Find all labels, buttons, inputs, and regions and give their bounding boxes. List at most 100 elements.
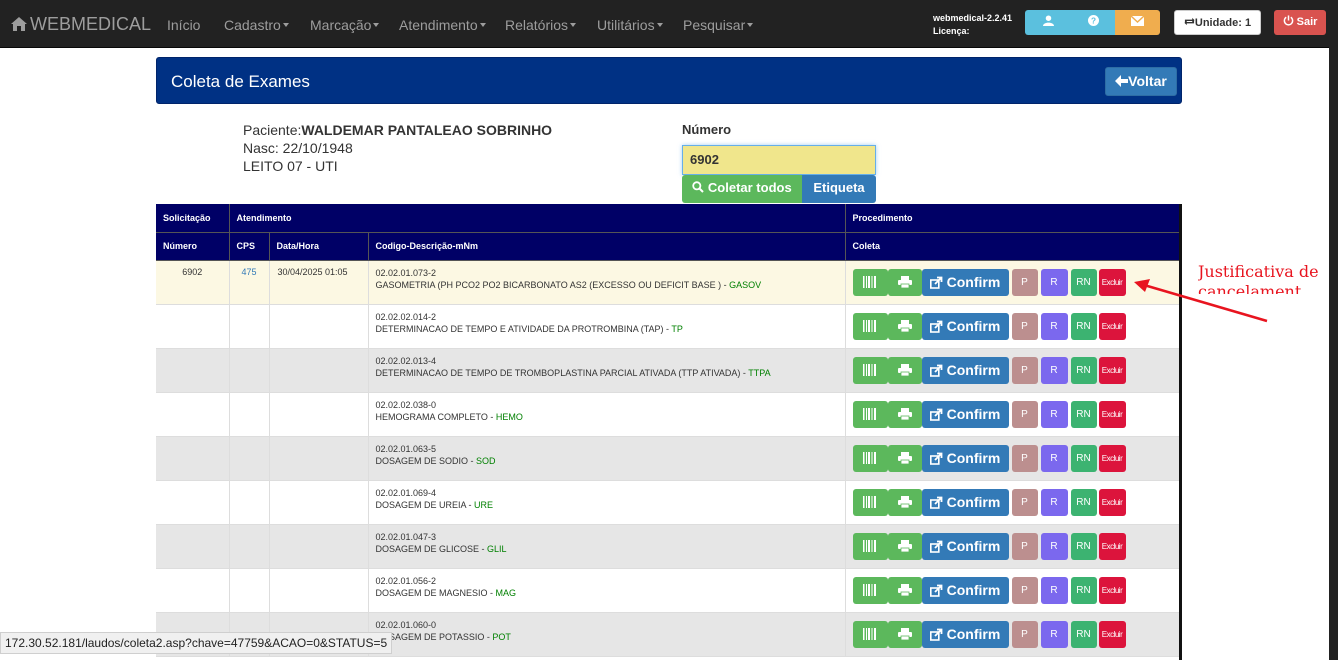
barcode-button[interactable]	[852, 576, 888, 604]
barcode-button[interactable]	[852, 444, 888, 472]
print-button[interactable]	[887, 356, 922, 384]
nav-relatorios[interactable]: Relatórios	[505, 17, 577, 33]
excluir-button[interactable]: Excluir	[1098, 488, 1126, 516]
excluir-button[interactable]: Excluir	[1098, 356, 1126, 384]
rn-button[interactable]: RN	[1070, 444, 1097, 472]
confirm-button[interactable]: Confirm	[921, 576, 1009, 604]
r-button[interactable]: R	[1040, 488, 1068, 516]
logout-button[interactable]: Sair	[1274, 10, 1326, 35]
p-button[interactable]: P	[1011, 268, 1038, 296]
cell-cps[interactable]	[229, 304, 270, 349]
print-icon	[897, 583, 912, 597]
excluir-button[interactable]: Excluir	[1098, 620, 1126, 648]
rn-button[interactable]: RN	[1070, 620, 1097, 648]
confirm-label: Confirm	[946, 625, 1001, 642]
excluir-button[interactable]: Excluir	[1098, 312, 1126, 340]
unidade-button[interactable]: Unidade: 1	[1174, 10, 1261, 35]
barcode-button[interactable]	[852, 532, 888, 560]
p-button[interactable]: P	[1011, 356, 1038, 384]
p-button[interactable]: P	[1011, 488, 1038, 516]
barcode-button[interactable]	[852, 488, 888, 516]
r-button[interactable]: R	[1040, 444, 1068, 472]
nav-marcacao[interactable]: Marcação	[310, 17, 380, 33]
nav-utilitarios[interactable]: Utilitários	[597, 17, 663, 33]
exam-code: 02.02.01.063-5	[375, 443, 437, 454]
label-button[interactable]: Etiqueta	[802, 175, 876, 203]
excluir-button[interactable]: Excluir	[1098, 444, 1126, 472]
barcode-button[interactable]	[852, 268, 888, 296]
p-button[interactable]: P	[1011, 576, 1038, 604]
r-button[interactable]: R	[1040, 400, 1068, 428]
rn-button[interactable]: RN	[1070, 268, 1097, 296]
confirm-button[interactable]: Confirm	[921, 620, 1009, 648]
print-button[interactable]	[887, 312, 922, 340]
excluir-button[interactable]: Excluir	[1098, 532, 1126, 560]
excluir-button[interactable]: Excluir	[1098, 268, 1126, 296]
p-button[interactable]: P	[1011, 312, 1038, 340]
rn-button[interactable]: RN	[1070, 400, 1097, 428]
arrow-left-icon	[1115, 75, 1129, 87]
brand-link[interactable]: WEBMEDICAL	[10, 14, 151, 37]
confirm-label: Confirm	[946, 493, 1001, 510]
r-button[interactable]: R	[1040, 576, 1068, 604]
p-button[interactable]: P	[1011, 400, 1038, 428]
confirm-button[interactable]: Confirm	[921, 444, 1009, 472]
cell-cps[interactable]	[229, 568, 270, 613]
cell-datahora	[269, 392, 369, 437]
barcode-button[interactable]	[852, 400, 888, 428]
table-row: 02.02.02.014-2 DETERMINACAO DE TEMPO E AT…	[156, 304, 1179, 349]
nav-atendimento[interactable]: Atendimento	[399, 17, 486, 33]
confirm-button[interactable]: Confirm	[921, 356, 1009, 384]
barcode-button[interactable]	[852, 620, 888, 648]
confirm-button[interactable]: Confirm	[921, 312, 1009, 340]
nav-cadastro[interactable]: Cadastro	[224, 17, 289, 33]
r-button[interactable]: R	[1040, 532, 1068, 560]
confirm-button[interactable]: Confirm	[921, 532, 1009, 560]
p-button[interactable]: P	[1011, 532, 1038, 560]
cell-descricao: 02.02.01.047-3 DOSAGEM DE GLICOSE - GLIL	[368, 524, 846, 569]
cell-descricao: 02.02.02.038-0 HEMOGRAMA COMPLETO - HEMO	[368, 392, 846, 437]
rn-button[interactable]: RN	[1070, 488, 1097, 516]
barcode-button[interactable]	[852, 356, 888, 384]
exam-code: 02.02.01.060-0	[375, 619, 437, 630]
numero-input[interactable]: 6902	[682, 145, 876, 175]
p-button[interactable]: P	[1011, 620, 1038, 648]
cell-cps[interactable]	[229, 436, 270, 481]
rn-button[interactable]: RN	[1070, 356, 1097, 384]
print-button[interactable]	[887, 268, 922, 296]
collect-all-button[interactable]: Coletar todos	[682, 175, 802, 203]
rn-button[interactable]: RN	[1070, 532, 1097, 560]
excluir-button[interactable]: Excluir	[1098, 400, 1126, 428]
cell-cps[interactable]	[229, 392, 270, 437]
mail-button[interactable]	[1115, 10, 1160, 35]
print-button[interactable]	[887, 488, 922, 516]
p-button[interactable]: P	[1011, 444, 1038, 472]
cell-cps[interactable]	[229, 524, 270, 569]
r-button[interactable]: R	[1040, 268, 1068, 296]
confirm-button[interactable]: Confirm	[921, 400, 1009, 428]
header-numero: Número	[156, 232, 230, 261]
nav-inicio[interactable]: Início	[167, 17, 200, 33]
print-button[interactable]	[887, 532, 922, 560]
cell-cps[interactable]	[229, 480, 270, 525]
r-button[interactable]: R	[1040, 312, 1068, 340]
print-button[interactable]	[887, 576, 922, 604]
back-button[interactable]: Voltar	[1105, 67, 1177, 96]
excluir-button[interactable]: Excluir	[1098, 576, 1126, 604]
help-button[interactable]: ?	[1071, 10, 1115, 35]
print-button[interactable]	[887, 620, 922, 648]
nav-pesquisar[interactable]: Pesquisar	[683, 17, 754, 33]
confirm-button[interactable]: Confirm	[921, 488, 1009, 516]
barcode-button[interactable]	[852, 312, 888, 340]
cell-descricao: 02.02.01.060-0 DOSAGEM DE POTASSIO - POT	[368, 612, 846, 657]
cell-cps[interactable]: 475	[229, 260, 270, 305]
cell-cps[interactable]	[229, 348, 270, 393]
print-button[interactable]	[887, 400, 922, 428]
r-button[interactable]: R	[1040, 356, 1068, 384]
rn-button[interactable]: RN	[1070, 312, 1097, 340]
confirm-button[interactable]: Confirm	[921, 268, 1009, 296]
user-button[interactable]	[1025, 10, 1071, 35]
print-button[interactable]	[887, 444, 922, 472]
rn-button[interactable]: RN	[1070, 576, 1097, 604]
r-button[interactable]: R	[1040, 620, 1068, 648]
